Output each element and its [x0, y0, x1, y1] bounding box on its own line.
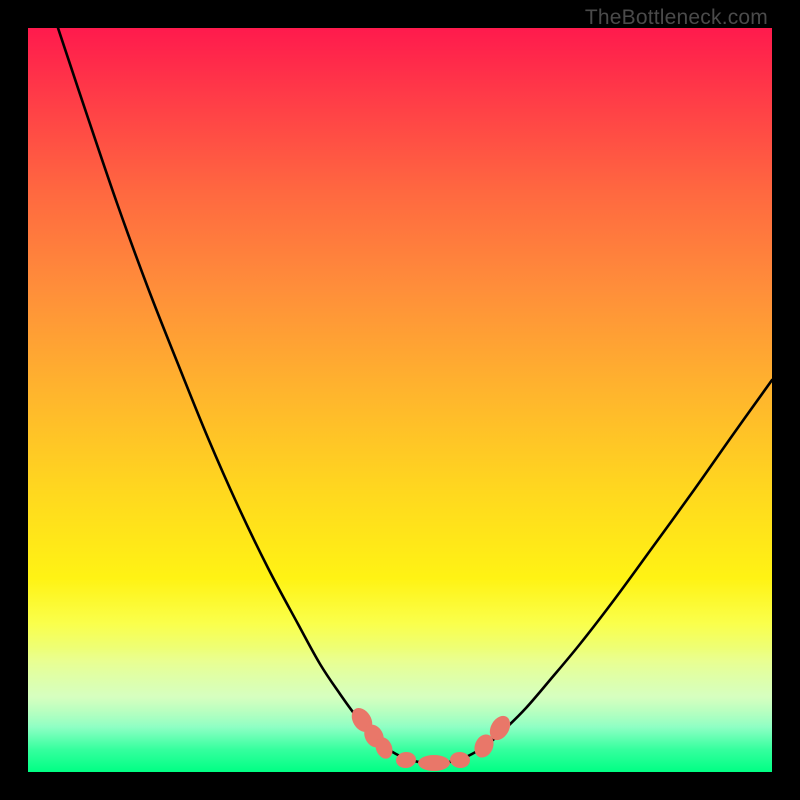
attribution-watermark: TheBottleneck.com: [585, 6, 768, 30]
gradient-plot-area: [28, 28, 772, 772]
